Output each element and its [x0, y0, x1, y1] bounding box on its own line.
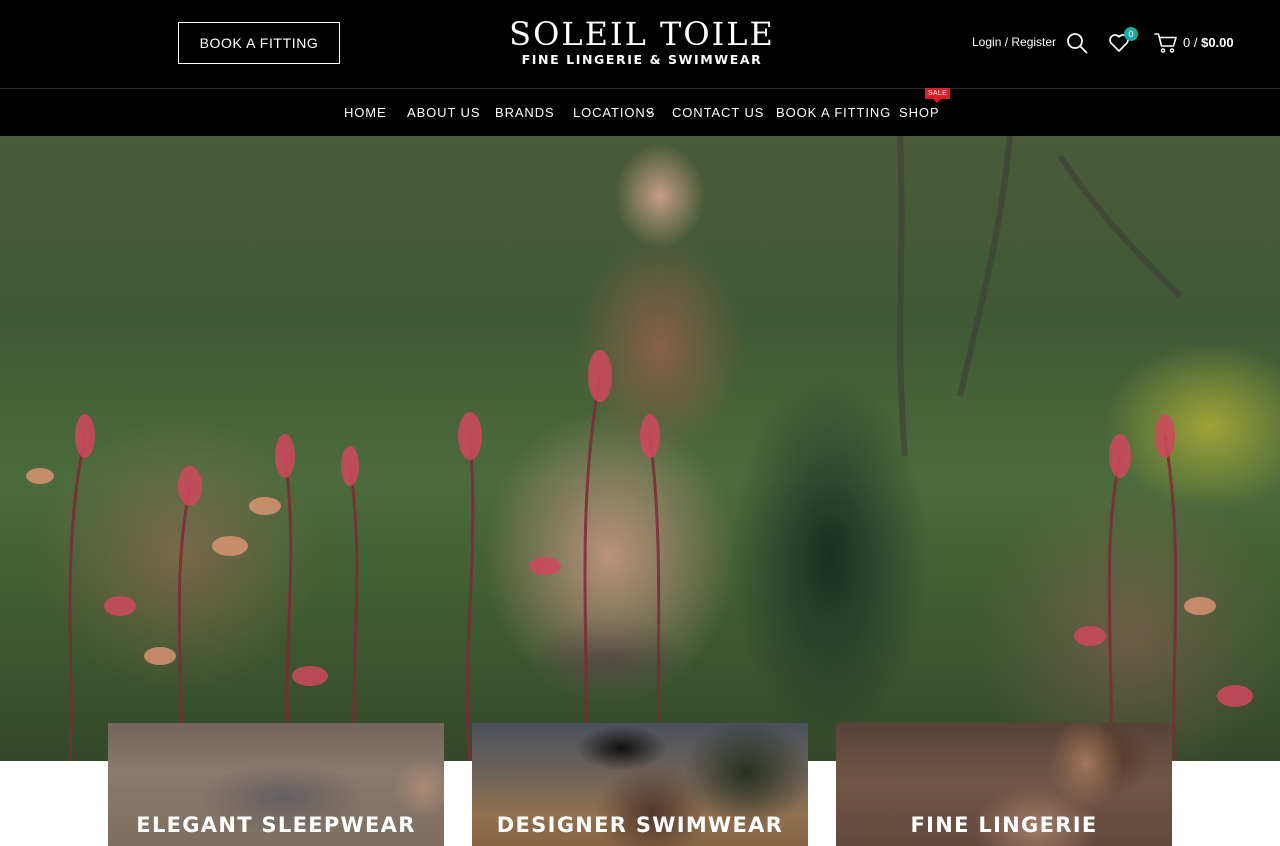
nav-item-brands[interactable]: BRANDS	[495, 105, 555, 120]
chevron-down-icon	[646, 110, 653, 115]
wishlist-count-badge: 0	[1124, 27, 1138, 41]
main-navigation: HOME ABOUT US BRANDS LOCATIONS CONTACT U…	[0, 88, 1280, 136]
book-a-fitting-button[interactable]: BOOK A FITTING	[178, 22, 340, 64]
cart-summary[interactable]: 0 / $0.00	[1183, 35, 1234, 50]
nav-item-home[interactable]: HOME	[344, 105, 387, 120]
logo-title: SOLEIL TOILE	[509, 15, 775, 53]
nav-item-locations[interactable]: LOCATIONS	[573, 105, 655, 120]
category-label: FINE LINGERIE	[910, 813, 1098, 837]
hero-flowers-illustration	[26, 136, 1253, 761]
category-card-lingerie[interactable]: FINE LINGERIE	[836, 723, 1172, 846]
site-header: BOOK A FITTING SOLEIL TOILE FINE LINGERI…	[0, 0, 1280, 88]
nav-item-about-us[interactable]: ABOUT US	[407, 105, 480, 120]
nav-item-contact-us[interactable]: CONTACT US	[672, 105, 764, 120]
nav-item-shop[interactable]: SHOP	[899, 105, 939, 120]
logo-subtitle: FINE LINGERIE & SWIMWEAR	[521, 52, 763, 67]
category-label: ELEGANT SLEEPWEAR	[136, 813, 416, 837]
cart-icon[interactable]	[1154, 32, 1178, 54]
nav-menu: HOME ABOUT US BRANDS LOCATIONS CONTACT U…	[0, 89, 1280, 137]
cart-count: 0 /	[1183, 35, 1198, 50]
category-label: DESIGNER SWIMWEAR	[496, 813, 784, 837]
hero-banner-image	[0, 136, 1280, 761]
login-register-link[interactable]: Login / Register	[972, 35, 1056, 49]
search-icon[interactable]	[1066, 32, 1088, 54]
nav-item-book-a-fitting[interactable]: BOOK A FITTING	[776, 105, 891, 120]
category-card-sleepwear[interactable]: ELEGANT SLEEPWEAR	[108, 723, 444, 846]
sale-badge: SALE	[925, 88, 950, 99]
sale-badge-pointer	[933, 99, 941, 103]
site-logo[interactable]: SOLEIL TOILE FINE LINGERIE & SWIMWEAR	[470, 16, 814, 68]
cart-total: $0.00	[1201, 35, 1234, 50]
category-card-swimwear[interactable]: DESIGNER SWIMWEAR	[472, 723, 808, 846]
